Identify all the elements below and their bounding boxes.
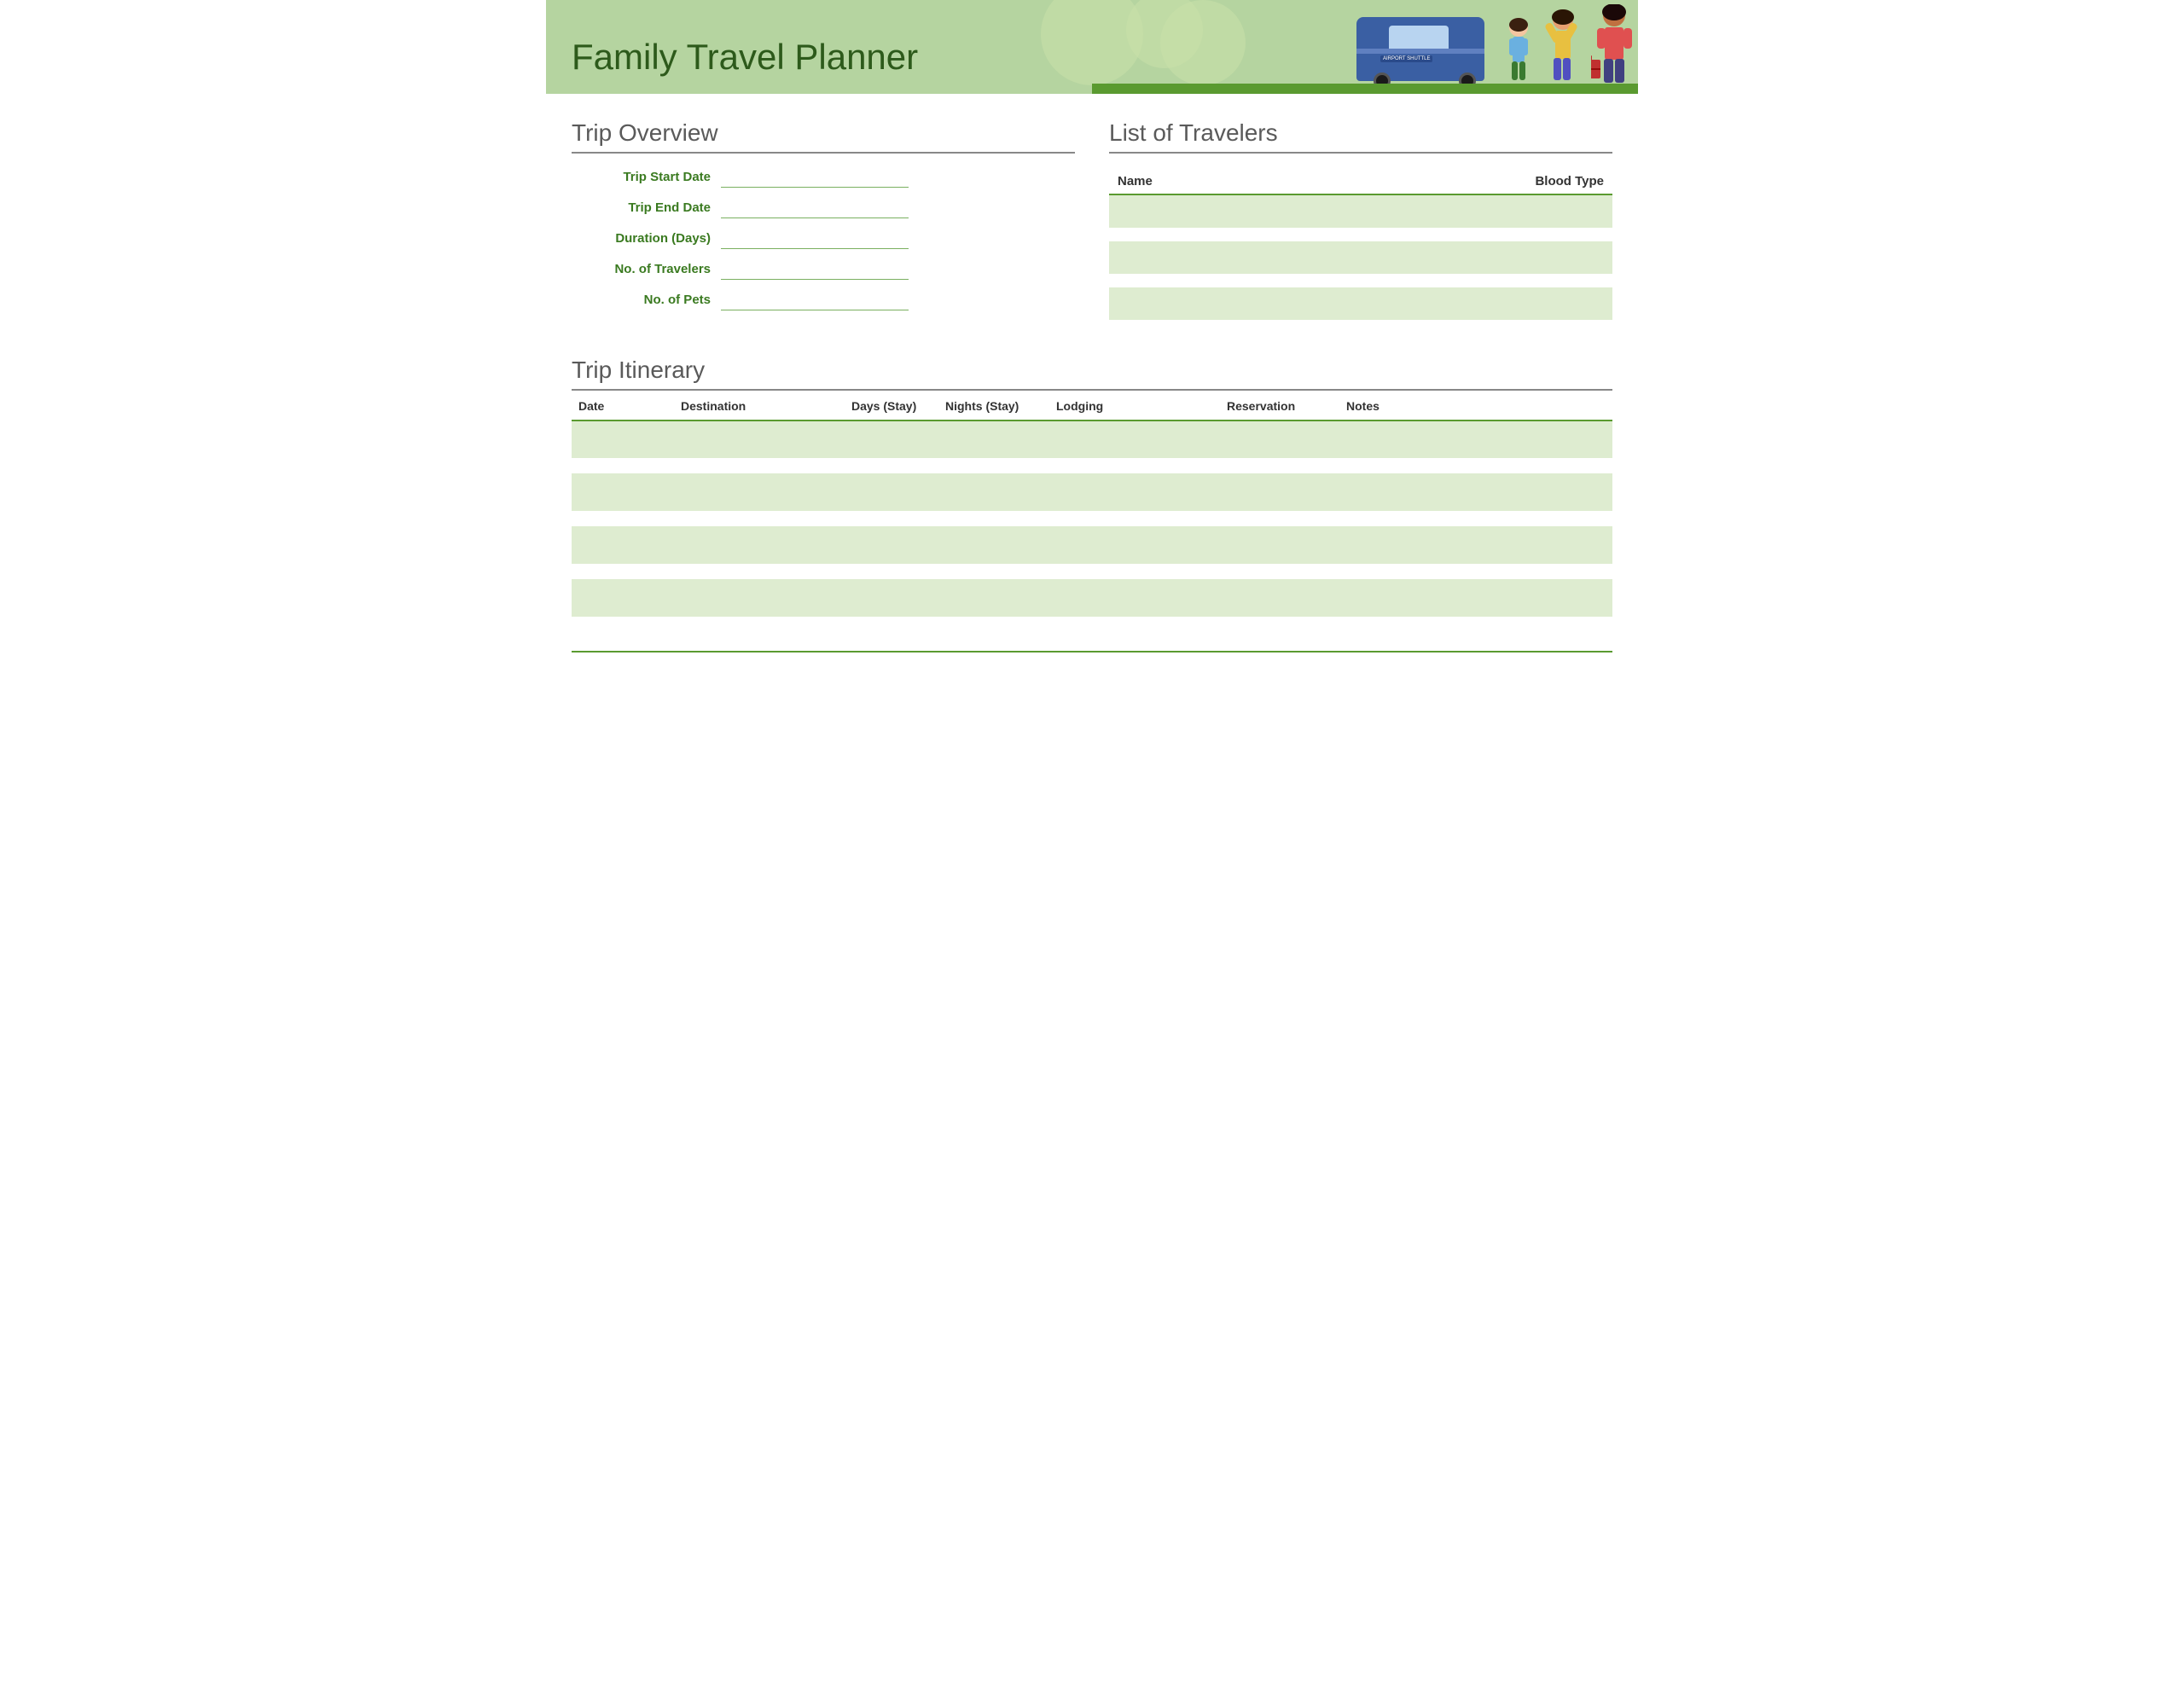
footer (572, 651, 1612, 657)
travelers-col-name: Name (1109, 169, 1298, 194)
itinerary-col-destination: Destination (674, 391, 845, 420)
travelers-col-bloodtype: Blood Type (1298, 169, 1612, 194)
traveler-row-2 (1109, 241, 1612, 274)
bus-stripe (1356, 49, 1484, 54)
itinerary-title: Trip Itinerary (572, 357, 1612, 391)
table-row-spacer (1109, 274, 1612, 287)
people-illustration (1502, 4, 1638, 94)
header: Family Travel Planner AIRPORT SHUTTLE (546, 0, 1638, 94)
num-travelers-row: No. of Travelers (572, 261, 1075, 280)
table-row (572, 526, 1612, 564)
table-row (572, 579, 1612, 617)
table-row-spacer (572, 511, 1612, 526)
itinerary-col-nights-stay: Nights (Stay) (938, 391, 1049, 420)
bus-body: AIRPORT SHUTTLE (1356, 17, 1484, 81)
travelers-header-row: Name Blood Type (1109, 169, 1612, 194)
app-title: Family Travel Planner (572, 36, 918, 78)
duration-days-label: Duration (Days) (572, 231, 721, 249)
duration-days-row: Duration (Days) (572, 230, 1075, 249)
num-pets-input[interactable] (721, 292, 909, 310)
itinerary-col-date: Date (572, 391, 674, 420)
table-row-spacer (572, 564, 1612, 579)
table-row (572, 420, 1612, 458)
itinerary-header-row: Date Destination Days (Stay) Nights (Sta… (572, 391, 1612, 420)
travelers-section: List of Travelers Name Blood Type (1109, 119, 1612, 322)
num-pets-row: No. of Pets (572, 292, 1075, 310)
person-1-icon (1502, 17, 1536, 90)
travelers-title: List of Travelers (1109, 119, 1612, 154)
bus-illustration: AIRPORT SHUTTLE (1356, 9, 1493, 94)
grass-strip (1092, 84, 1638, 94)
two-column-section: Trip Overview Trip Start Date Trip End D… (572, 119, 1612, 322)
travelers-table: Name Blood Type (1109, 169, 1612, 320)
person-2-icon (1540, 9, 1587, 90)
trip-end-date-label: Trip End Date (572, 200, 721, 218)
table-row (1109, 194, 1612, 228)
trip-start-date-input[interactable] (721, 169, 909, 188)
num-travelers-label: No. of Travelers (572, 262, 721, 280)
table-row (572, 473, 1612, 511)
duration-days-input[interactable] (721, 230, 909, 249)
main-content: Trip Overview Trip Start Date Trip End D… (546, 94, 1638, 634)
itinerary-col-days-stay: Days (Stay) (845, 391, 938, 420)
trip-start-date-label: Trip Start Date (572, 170, 721, 188)
itinerary-col-reservation: Reservation (1220, 391, 1339, 420)
trip-start-date-row: Trip Start Date (572, 169, 1075, 188)
itinerary-section: Trip Itinerary Date Destination Days (St… (572, 357, 1612, 617)
person-3-icon (1591, 4, 1638, 90)
bus-label: AIRPORT SHUTTLE (1380, 55, 1432, 62)
table-row (1109, 241, 1612, 274)
trip-overview-title: Trip Overview (572, 119, 1075, 154)
trip-end-date-input[interactable] (721, 200, 909, 218)
header-illustration: AIRPORT SHUTTLE (1356, 0, 1638, 94)
num-pets-label: No. of Pets (572, 293, 721, 310)
table-row-spacer (572, 458, 1612, 473)
table-row (1109, 287, 1612, 320)
table-row-spacer (1109, 228, 1612, 241)
bg-circle-3 (1160, 0, 1246, 85)
trip-overview-section: Trip Overview Trip Start Date Trip End D… (572, 119, 1075, 322)
traveler-row-3 (1109, 287, 1612, 320)
itinerary-col-lodging: Lodging (1049, 391, 1220, 420)
traveler-row-1 (1109, 195, 1612, 228)
itinerary-table: Date Destination Days (Stay) Nights (Sta… (572, 391, 1612, 617)
trip-end-date-row: Trip End Date (572, 200, 1075, 218)
num-travelers-input[interactable] (721, 261, 909, 280)
itinerary-col-notes: Notes (1339, 391, 1612, 420)
